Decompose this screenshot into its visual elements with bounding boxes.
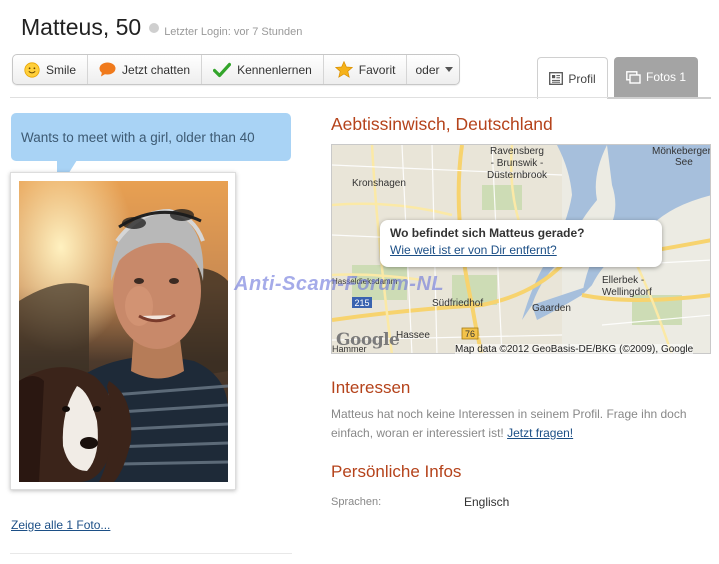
location-title: Aebtissinwisch, Deutschland bbox=[331, 114, 553, 134]
interests-heading: Interessen bbox=[331, 378, 411, 397]
map-label-see: See bbox=[675, 157, 693, 168]
map-label-suedfriedhof: Südfriedhof bbox=[432, 298, 483, 309]
map-label-gaarden: Gaarden bbox=[532, 303, 571, 314]
profile-card-icon bbox=[549, 72, 564, 85]
personal-info-heading: Persönliche Infos bbox=[331, 462, 462, 481]
profile-name-age: Matteus, 50 bbox=[21, 14, 142, 40]
more-dropdown[interactable]: oder bbox=[407, 55, 458, 84]
action-toolbar: Smile Jetzt chatten Kennenlernen Favorit… bbox=[12, 54, 460, 85]
road-shield-215: 215 bbox=[354, 298, 369, 308]
map-info-popup: Wo befindet sich Matteus gerade? Wie wei… bbox=[380, 220, 662, 267]
smile-label: Smile bbox=[46, 62, 77, 77]
road-shield-76: 76 bbox=[465, 329, 475, 339]
google-logo: Google bbox=[336, 330, 400, 350]
map-label-moenkeberger: Mönkeberger bbox=[652, 146, 711, 157]
ask-now-link[interactable]: Jetzt fragen! bbox=[507, 426, 573, 440]
map-credit-text: Map data ©2012 GeoBasis-DE/BKG (©2009), … bbox=[455, 344, 694, 355]
tab-photos[interactable]: Fotos 1 bbox=[614, 57, 698, 97]
more-label: oder bbox=[415, 62, 440, 77]
tab-profile[interactable]: Profil bbox=[537, 57, 608, 99]
smile-button[interactable]: Smile bbox=[13, 55, 89, 84]
star-icon bbox=[334, 61, 353, 78]
smiley-icon bbox=[24, 61, 40, 78]
chat-button[interactable]: Jetzt chatten bbox=[88, 55, 203, 84]
chevron-down-icon bbox=[444, 67, 453, 72]
photos-stack-icon bbox=[626, 70, 641, 84]
tab-profile-label: Profil bbox=[568, 71, 596, 86]
meet-button[interactable]: Kennenlernen bbox=[202, 55, 324, 84]
show-all-photos-link[interactable]: Zeige alle 1 Foto... bbox=[11, 518, 110, 532]
map-popup-title: Wo befindet sich Matteus gerade? bbox=[390, 226, 585, 240]
profile-header: Matteus, 50 Letzter Login: vor 7 Stunden bbox=[21, 14, 302, 44]
checkmark-icon bbox=[213, 62, 232, 78]
watermark: Anti-Scam-Forum-NL bbox=[234, 273, 445, 295]
profile-photo-frame[interactable] bbox=[10, 172, 236, 490]
chat-bubble-icon bbox=[99, 62, 116, 77]
map-label-ravensberg: Ravensberg bbox=[490, 146, 544, 157]
status-bubble-text: Wants to meet with a girl, older than 40 bbox=[21, 129, 255, 145]
interests-text: Matteus hat noch keine Interessen in sei… bbox=[331, 405, 701, 443]
favorite-label: Favorit bbox=[358, 62, 396, 77]
languages-value: Englisch bbox=[464, 495, 510, 509]
map-label-brunswik: - Brunswik - bbox=[491, 158, 544, 169]
favorite-button[interactable]: Favorit bbox=[324, 55, 408, 84]
meet-label: Kennenlernen bbox=[237, 62, 312, 77]
map-label-kronshagen: Kronshagen bbox=[352, 178, 406, 189]
online-status-dot bbox=[149, 23, 160, 33]
tab-photos-label: Fotos 1 bbox=[645, 70, 687, 84]
tabs-divider-accent bbox=[608, 97, 711, 99]
languages-label: Sprachen: bbox=[331, 496, 382, 508]
profile-photo[interactable] bbox=[19, 181, 228, 482]
map-label-ellerbek: Ellerbek - bbox=[602, 275, 644, 286]
map-label-hassee: Hassee bbox=[396, 330, 430, 341]
map-label-duesternbrook: Düsternbrook bbox=[487, 170, 548, 181]
last-login-text: Letzter Login: vor 7 Stunden bbox=[164, 26, 303, 38]
map-distance-link[interactable]: Wie weit ist er von Dir entfernt? bbox=[390, 243, 652, 257]
map-label-wellingdorf: Wellingdorf bbox=[602, 287, 652, 298]
chat-label: Jetzt chatten bbox=[122, 62, 191, 77]
status-bubble: Wants to meet with a girl, older than 40 bbox=[11, 113, 291, 161]
tabs-divider bbox=[10, 97, 710, 98]
left-column-divider bbox=[10, 553, 292, 554]
